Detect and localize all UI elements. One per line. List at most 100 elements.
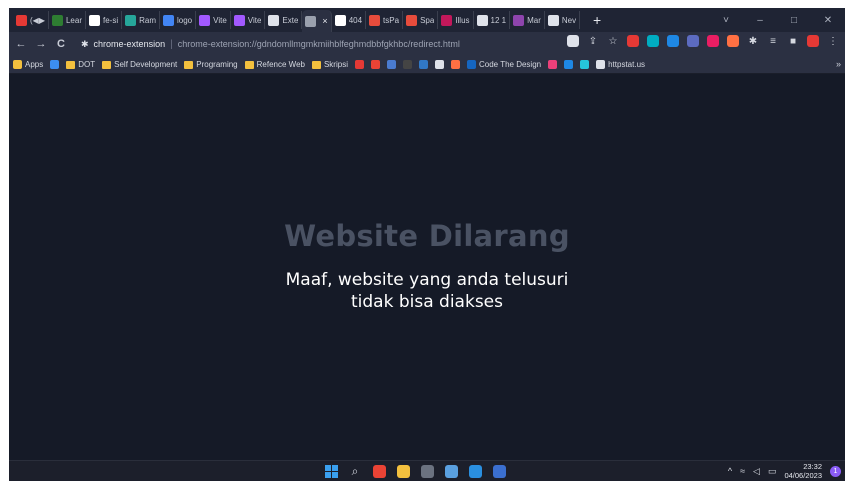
- reading-list-icon[interactable]: ≡: [767, 36, 779, 47]
- tab-label: Vite: [247, 15, 262, 25]
- folder-icon: [244, 60, 254, 69]
- folder-icon: [102, 60, 112, 69]
- bookmark-favicon-icon: [434, 60, 444, 69]
- bookmark-ts[interactable]: [418, 60, 428, 69]
- side-panel-icon[interactable]: ■: [787, 36, 799, 47]
- bookmark-skripsi[interactable]: Skripsi: [311, 60, 348, 69]
- browser-tab[interactable]: Nev: [545, 11, 581, 29]
- bookmark-dot[interactable]: DOT: [66, 60, 95, 69]
- bookmark-httpstatus[interactable]: httpstat.us: [596, 60, 645, 69]
- taskbar-photos-icon[interactable]: [443, 463, 459, 479]
- browser-window: (◀▶ Lear fe-si Ram logo Vite Vite Exte × 404 tsPa S…: [9, 8, 845, 481]
- close-tab-icon[interactable]: ×: [322, 16, 327, 26]
- bookmark-code-the-design[interactable]: Code The Design: [466, 60, 541, 69]
- bookmark-orange[interactable]: [450, 60, 460, 69]
- address-bar[interactable]: ✱ chrome-extension | chrome-extension://…: [77, 35, 532, 53]
- close-window-button[interactable]: ✕: [811, 15, 845, 26]
- tab-label: Lear: [65, 15, 82, 25]
- reload-button[interactable]: C: [53, 38, 69, 50]
- ext-four-icon[interactable]: [707, 35, 719, 47]
- bookmark-favicon-icon: [402, 60, 412, 69]
- bookmark-github[interactable]: [434, 60, 444, 69]
- browser-tab[interactable]: Illus: [438, 11, 474, 29]
- browser-tab[interactable]: Vite: [196, 11, 231, 29]
- page-message: Maaf, website yang anda telusuri tidak b…: [9, 269, 845, 313]
- tab-label: Ram: [139, 15, 156, 25]
- tab-favicon-icon: [305, 15, 317, 27]
- share-icon[interactable]: ⇪: [587, 36, 599, 47]
- browser-tab[interactable]: Exte: [265, 11, 303, 29]
- browser-tab[interactable]: 12 1: [474, 11, 511, 29]
- tab-label: Mar: [527, 15, 541, 25]
- browser-tab[interactable]: logo: [160, 11, 197, 29]
- new-tab-button[interactable]: +: [590, 12, 604, 28]
- ext-opera-icon[interactable]: [627, 35, 639, 47]
- bookmark-icon-one[interactable]: [50, 60, 60, 69]
- window-controls: ˅ – □ ✕: [709, 8, 845, 32]
- tab-search-dropdown-icon[interactable]: ˅: [709, 15, 743, 26]
- tab-favicon-icon: [88, 14, 100, 26]
- browser-tab[interactable]: tsPa: [366, 11, 404, 29]
- forward-button[interactable]: →: [33, 38, 49, 50]
- ext-one-icon[interactable]: [647, 35, 659, 47]
- browser-tab[interactable]: fe-si: [86, 11, 123, 29]
- minimize-button[interactable]: –: [743, 15, 777, 26]
- bookmark-gmail[interactable]: [370, 60, 380, 69]
- bookmark-dev[interactable]: [402, 60, 412, 69]
- address-toolbar: ← → C ✱ chrome-extension | chrome-extens…: [9, 32, 845, 56]
- wifi-icon[interactable]: ≈: [740, 466, 745, 476]
- bookmark-self-development[interactable]: Self Development: [102, 60, 177, 69]
- volume-icon[interactable]: ◁: [753, 466, 760, 477]
- tab-favicon-icon: [268, 14, 280, 26]
- bookmark-programing[interactable]: Programing: [184, 60, 238, 69]
- bookmark-label: Programing: [196, 60, 238, 69]
- taskbar-vscode-icon[interactable]: [467, 463, 483, 479]
- clock[interactable]: 23:32 04/06/2023: [784, 462, 822, 480]
- system-tray: ^ ≈ ◁ ▭ 23:32 04/06/2023 1: [728, 462, 841, 480]
- browser-tab[interactable]: Spa: [403, 11, 439, 29]
- bookmark-pink[interactable]: [548, 60, 558, 69]
- bookmark-label: httpstat.us: [608, 60, 646, 69]
- notification-badge[interactable]: 1: [830, 465, 841, 477]
- bookmark-favicon-icon: [386, 60, 396, 69]
- browser-tab[interactable]: Mar: [510, 11, 545, 29]
- taskbar-terminal-icon[interactable]: [419, 463, 435, 479]
- bookmark-small[interactable]: [564, 60, 574, 69]
- browser-tab[interactable]: Vite: [231, 11, 266, 29]
- back-button[interactable]: ←: [13, 38, 29, 50]
- taskbar-search-icon[interactable]: ⌕: [347, 463, 363, 479]
- bookmark-star-icon[interactable]: ☆: [607, 36, 619, 47]
- profile-avatar-icon[interactable]: [807, 35, 819, 47]
- bookmark-favicon-icon: [13, 60, 22, 69]
- start-button[interactable]: [323, 463, 339, 479]
- ext-two-icon[interactable]: [667, 35, 679, 47]
- taskbar-chrome-icon[interactable]: [371, 463, 387, 479]
- windows-logo-icon: [324, 464, 338, 478]
- browser-tab[interactable]: (◀▶: [13, 11, 49, 29]
- bookmark-apps[interactable]: Apps: [13, 60, 43, 69]
- extensions-puzzle-icon[interactable]: ✱: [747, 36, 759, 47]
- browser-tab[interactable]: 404: [332, 11, 367, 29]
- tray-chevron-icon[interactable]: ^: [728, 466, 732, 476]
- tab-favicon-icon: [441, 14, 453, 26]
- tab-label: Nev: [561, 15, 577, 25]
- bookmark-blue[interactable]: [386, 60, 396, 69]
- ext-three-icon[interactable]: [687, 35, 699, 47]
- tab-active[interactable]: ×: [302, 10, 332, 32]
- browser-tab[interactable]: Lear: [49, 11, 86, 29]
- battery-icon[interactable]: ▭: [768, 466, 777, 477]
- browser-tab[interactable]: Ram: [122, 11, 160, 29]
- ext-five-icon[interactable]: [727, 35, 739, 47]
- menu-icon[interactable]: ⋮: [827, 36, 839, 47]
- taskbar-word-icon[interactable]: [491, 463, 507, 479]
- tab-label: logo: [177, 15, 193, 25]
- bookmark-red[interactable]: [354, 60, 364, 69]
- bookmark-cyan[interactable]: [580, 60, 590, 69]
- bookmark-refence-web[interactable]: Refence Web: [244, 60, 305, 69]
- taskbar-file-explorer-icon[interactable]: [395, 463, 411, 479]
- app-glyph: [372, 464, 386, 478]
- bookmarks-overflow-icon[interactable]: »: [836, 59, 841, 69]
- maximize-button[interactable]: □: [777, 15, 811, 26]
- google-lens-icon[interactable]: [567, 35, 579, 47]
- bookmark-favicon-icon: [466, 60, 476, 69]
